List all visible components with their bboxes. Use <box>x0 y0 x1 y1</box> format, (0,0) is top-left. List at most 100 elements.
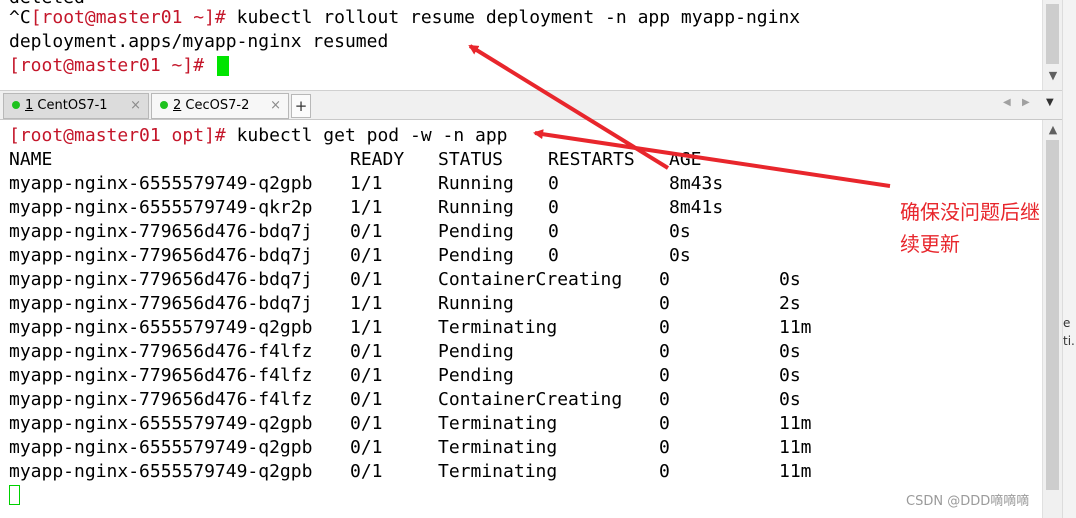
pod-restarts: 0 <box>548 173 559 194</box>
pod-name: myapp-nginx-779656d476-f4lfz <box>9 389 313 410</box>
pod-status: Pending <box>438 221 514 242</box>
pod-restarts: 0 <box>659 365 670 386</box>
pod-name: myapp-nginx-779656d476-bdq7j <box>9 245 313 266</box>
pod-age: 0s <box>779 269 801 290</box>
tab-number: 2 <box>173 98 182 113</box>
pod-ready: 0/1 <box>350 413 383 434</box>
pod-ready: 1/1 <box>350 173 383 194</box>
pod-age: 0s <box>669 245 691 266</box>
pod-age: 0s <box>779 341 801 362</box>
top-terminal[interactable]: deleted ^C[root@master01 ~]# kubectl rol… <box>0 0 1042 90</box>
pod-ready: 0/1 <box>350 461 383 482</box>
table-row: myapp-nginx-779656d476-bdq7j 0/1 Pending 0 0… <box>9 220 1039 244</box>
pod-ready: 1/1 <box>350 293 383 314</box>
pod-name: myapp-nginx-6555579749-q2gpb <box>9 173 313 194</box>
close-icon[interactable]: × <box>270 94 281 118</box>
add-tab-button[interactable]: + <box>291 94 311 118</box>
pod-name: myapp-nginx-779656d476-bdq7j <box>9 269 313 290</box>
top-scrollbar[interactable]: ▼ <box>1042 0 1062 90</box>
table-header: NAME READY STATUS RESTARTS AGE <box>9 148 1039 172</box>
tab-prev-icon[interactable]: ◀ <box>1003 97 1011 108</box>
pod-status: Running <box>438 173 514 194</box>
pod-age: 0s <box>779 389 801 410</box>
pod-age: 11m <box>779 461 812 482</box>
pod-status: Pending <box>438 341 514 362</box>
pod-restarts: 0 <box>659 317 670 338</box>
tab-next-icon[interactable]: ▶ <box>1022 97 1030 108</box>
tab-centos7-1[interactable]: 1 CentOS7-1 × <box>3 93 149 119</box>
command-text: kubectl rollout resume deployment -n app… <box>225 7 801 28</box>
pod-ready: 0/1 <box>350 341 383 362</box>
pod-name: myapp-nginx-779656d476-f4lfz <box>9 341 313 362</box>
table-row: myapp-nginx-6555579749-q2gpb 0/1 Terminati… <box>9 412 1039 436</box>
pod-ready: 0/1 <box>350 437 383 458</box>
table-row: myapp-nginx-6555579749-qkr2p 1/1 Running 0 8… <box>9 196 1039 220</box>
table-row: myapp-nginx-779656d476-bdq7j 0/1 Container… <box>9 268 1039 292</box>
pod-restarts: 0 <box>548 197 559 218</box>
connected-status-icon <box>12 100 20 109</box>
get-pod-command-line: [root@master01 opt]# kubectl get pod -w … <box>9 124 508 148</box>
pod-status: Terminating <box>438 437 558 458</box>
pod-status: Running <box>438 197 514 218</box>
pod-restarts: 0 <box>548 221 559 242</box>
scroll-up-icon[interactable]: ▲ <box>1043 122 1063 138</box>
connected-status-icon <box>160 100 168 109</box>
watermark: CSDN @DDD嘀嘀嘀 <box>906 494 1030 509</box>
pod-ready: 0/1 <box>350 245 383 266</box>
tab-number: 1 <box>25 98 34 113</box>
scroll-down-icon[interactable]: ▼ <box>1043 68 1063 84</box>
pod-name: myapp-nginx-6555579749-qkr2p <box>9 197 313 218</box>
pod-status: ContainerCreating <box>438 389 623 410</box>
bottom-terminal[interactable]: [root@master01 opt]# kubectl get pod -w … <box>0 120 1042 518</box>
pod-restarts: 0 <box>659 437 670 458</box>
pod-status: Pending <box>438 365 514 386</box>
pod-ready: 1/1 <box>350 197 383 218</box>
table-row: myapp-nginx-6555579749-q2gpb 1/1 Terminati… <box>9 316 1039 340</box>
pod-name: myapp-nginx-779656d476-f4lfz <box>9 365 313 386</box>
pod-restarts: 0 <box>659 293 670 314</box>
pod-name: myapp-nginx-779656d476-bdq7j <box>9 293 313 314</box>
tab-cecos7-2[interactable]: 2 CecOS7-2 × <box>151 93 289 119</box>
scrollbar-thumb[interactable] <box>1046 4 1059 64</box>
table-row: myapp-nginx-779656d476-f4lfz 0/1 Pending 0 0… <box>9 340 1039 364</box>
pod-age: 2s <box>779 293 801 314</box>
close-icon[interactable]: × <box>130 94 141 118</box>
pod-status: Pending <box>438 245 514 266</box>
pod-restarts: 0 <box>659 389 670 410</box>
rollout-resume-command-line: ^C[root@master01 ~]# kubectl rollout res… <box>9 6 800 30</box>
bottom-scrollbar[interactable]: ▲ <box>1042 120 1062 518</box>
pod-status: Terminating <box>438 461 558 482</box>
table-row: myapp-nginx-779656d476-f4lfz 0/1 Pending 0 0… <box>9 364 1039 388</box>
scrollbar-thumb[interactable] <box>1046 140 1059 490</box>
pod-status: ContainerCreating <box>438 269 623 290</box>
pod-age: 11m <box>779 413 812 434</box>
table-row: myapp-nginx-6555579749-q2gpb 1/1 Running 0 8… <box>9 172 1039 196</box>
background-window-strip <box>1062 0 1076 518</box>
prompt: [root@master01 opt]# <box>9 125 226 146</box>
command-text: kubectl get pod -w -n app <box>225 125 508 146</box>
pod-restarts: 0 <box>548 245 559 266</box>
pod-name: myapp-nginx-6555579749-q2gpb <box>9 437 313 458</box>
pod-status: Terminating <box>438 317 558 338</box>
tab-label: CecOS7-2 <box>185 98 250 113</box>
pod-restarts: 0 <box>659 269 670 290</box>
header-name: NAME <box>9 149 53 170</box>
pod-name: myapp-nginx-6555579749-q2gpb <box>9 413 313 434</box>
pod-status: Running <box>438 293 514 314</box>
pod-age: 0s <box>669 221 691 242</box>
pod-age: 8m43s <box>669 173 724 194</box>
tab-menu-icon[interactable]: ▼ <box>1046 97 1054 108</box>
table-row: myapp-nginx-6555579749-q2gpb 0/1 Terminati… <box>9 460 1039 484</box>
side-text-1: e <box>1063 316 1071 330</box>
table-row: myapp-nginx-6555579749-q2gpb 0/1 Terminati… <box>9 436 1039 460</box>
side-text-2: ti.. <box>1063 334 1076 348</box>
terminal-cursor <box>216 56 229 76</box>
pod-ready: 0/1 <box>350 365 383 386</box>
terminal-cursor <box>9 485 20 505</box>
pod-restarts: 0 <box>659 413 670 434</box>
pod-name: myapp-nginx-779656d476-bdq7j <box>9 221 313 242</box>
table-row: myapp-nginx-779656d476-bdq7j 0/1 Pending 0 0… <box>9 244 1039 268</box>
pod-name: myapp-nginx-6555579749-q2gpb <box>9 461 313 482</box>
table-row: myapp-nginx-779656d476-bdq7j 1/1 Running 0 2… <box>9 292 1039 316</box>
prompt: [root@master01 ~]# <box>9 55 205 76</box>
